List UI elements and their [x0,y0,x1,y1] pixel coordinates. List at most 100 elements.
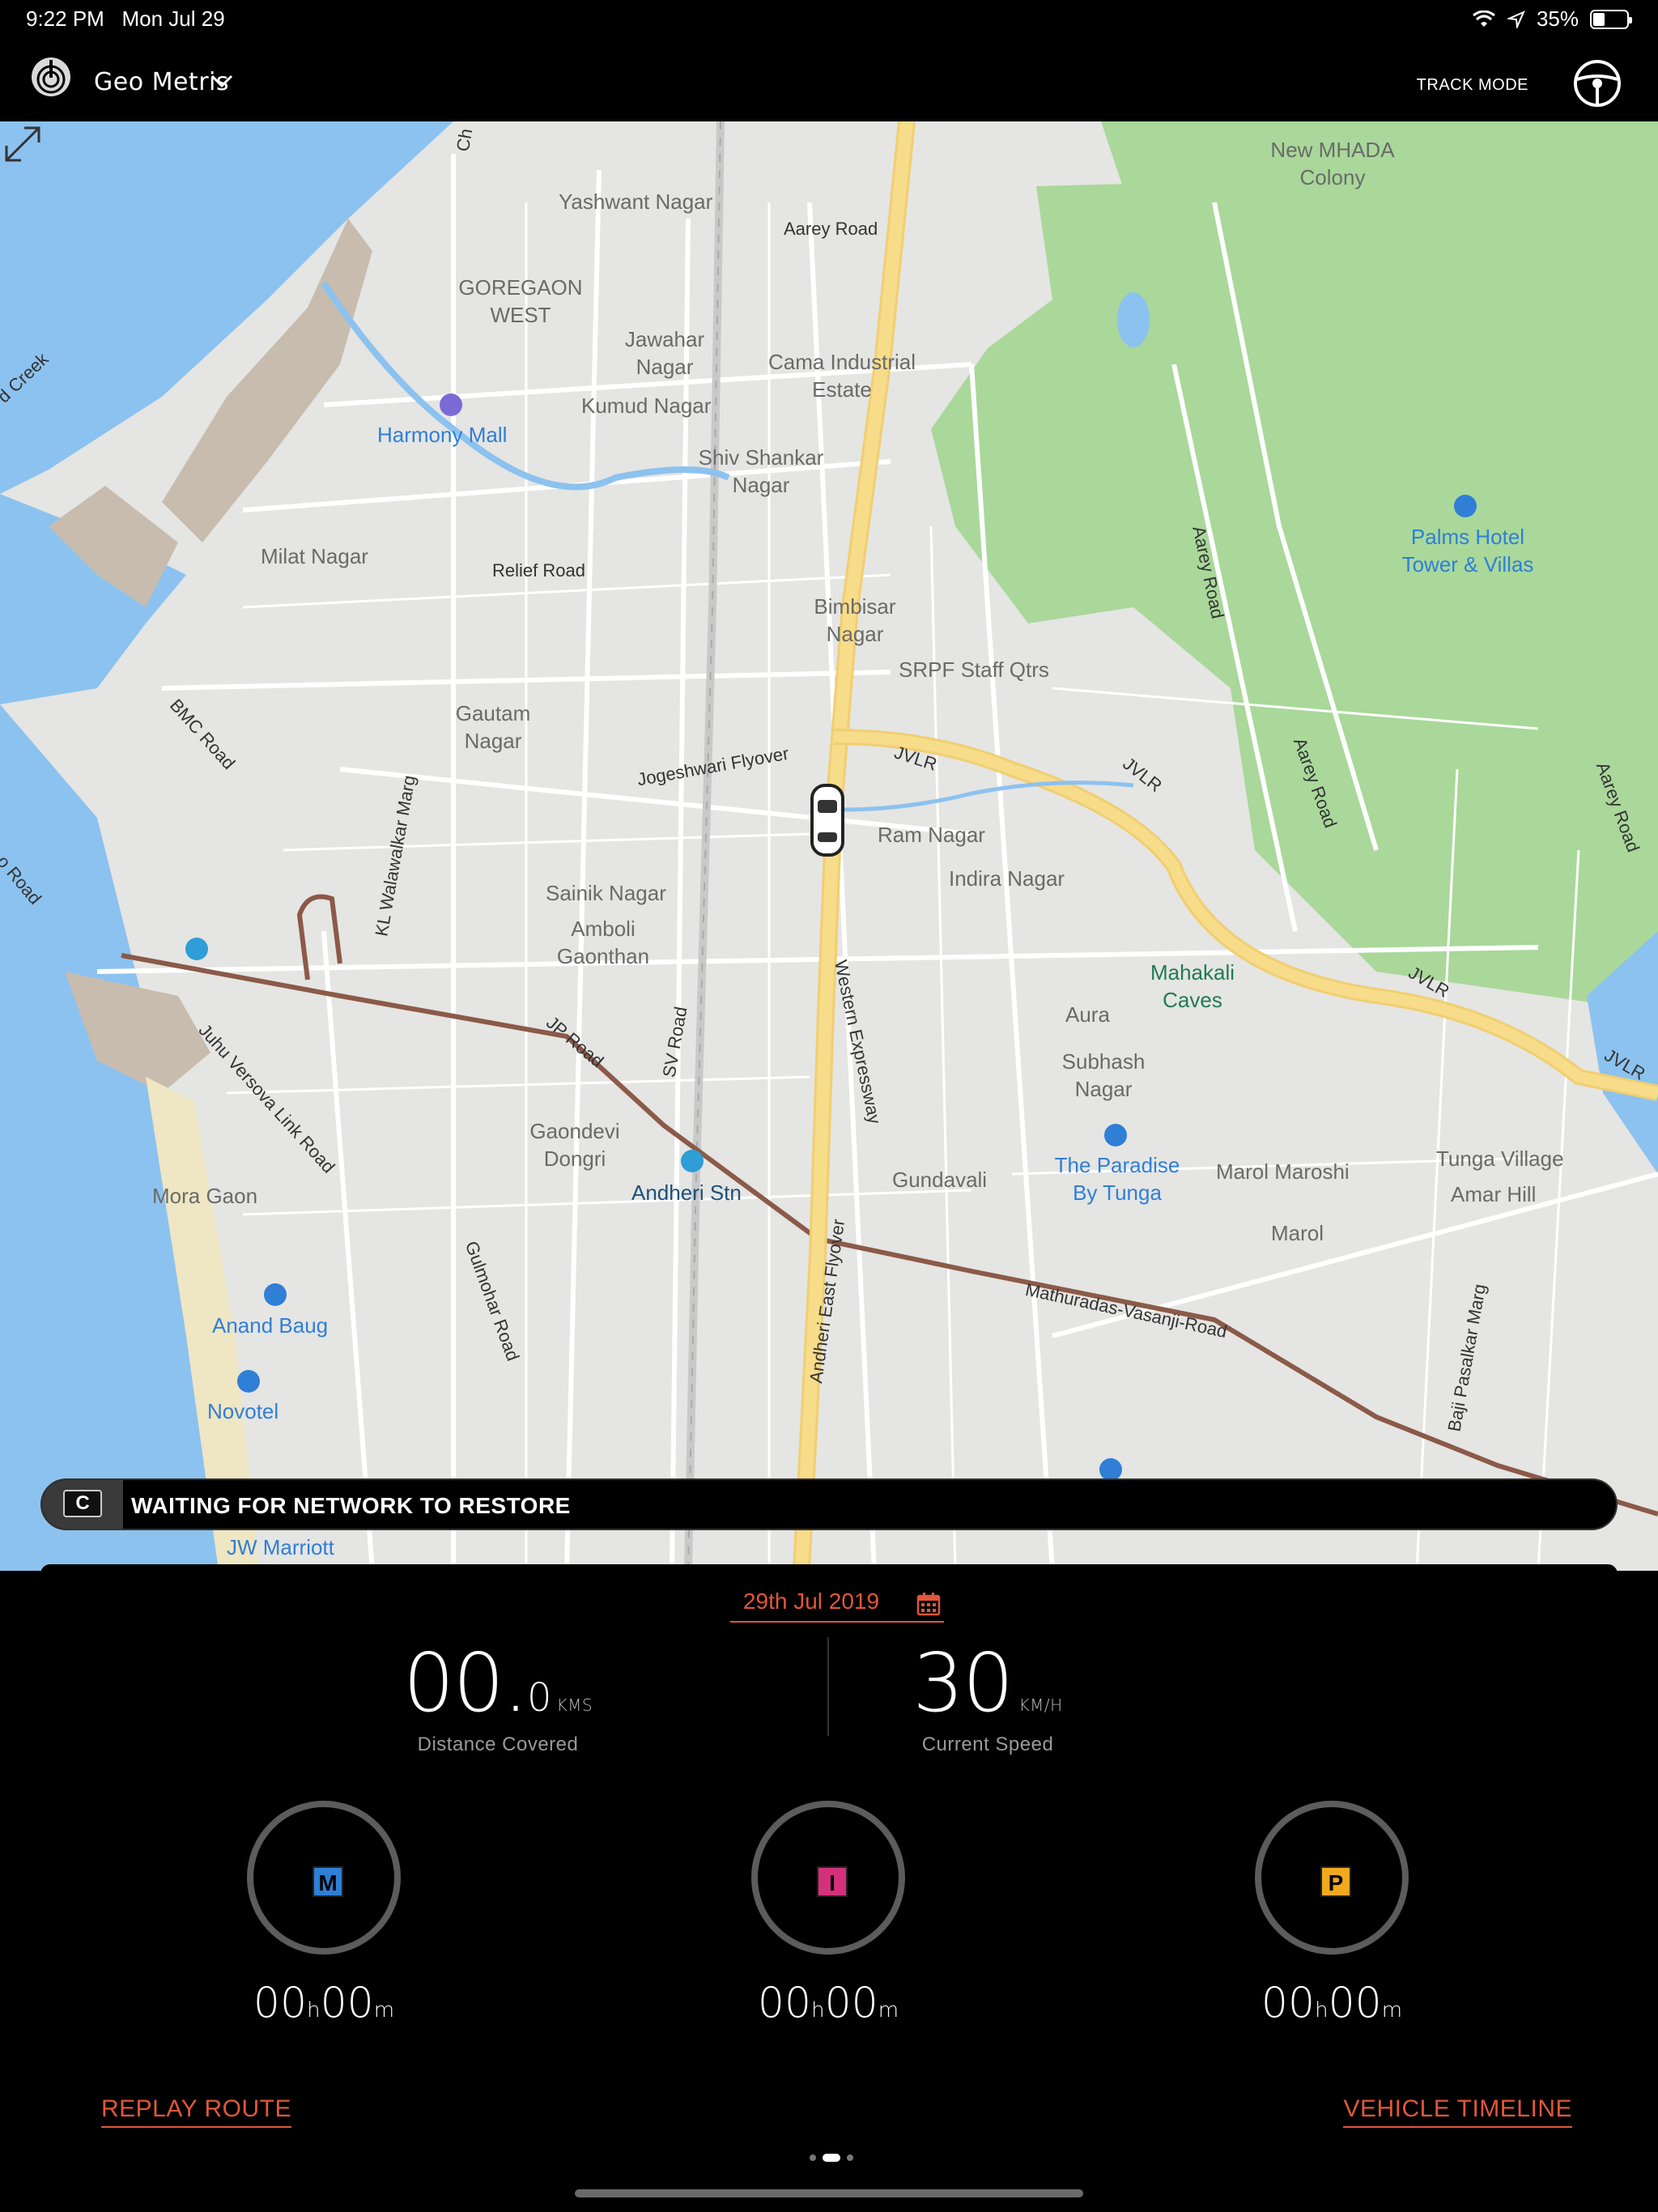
bottom-bar [0,2131,1658,2212]
poi-pin-anand-baug-icon[interactable] [264,1283,287,1306]
map-label: Milat Nagar [261,544,368,568]
mode-minutes-unit: m [878,1998,899,2023]
page-indicator[interactable] [810,2154,853,2162]
map-label: JW Marriott [227,1535,334,1559]
chevron-down-icon[interactable] [209,73,235,91]
battery-icon [1590,9,1632,29]
page-dot-active[interactable] [823,2154,840,2162]
map-view[interactable]: Yashwant Nagar Aarey Road New MHADA Colo… [0,121,1658,1571]
poi-pin-bottom-icon[interactable] [1099,1458,1122,1481]
mode-hours-unit: h [811,1998,825,2023]
battery-fill [1593,12,1605,26]
status-bar: 9:22 PM Mon Jul 29 35% [0,0,1658,39]
map-label: Kumud Nagar [581,393,712,418]
mode-ring[interactable]: I [751,1801,905,1955]
map-label: Cama Industrial Estate [767,350,916,402]
distance-value: 00.0 KMS [332,1636,664,1730]
network-status-banner: C WAITING FOR NETWORK TO RESTORE [40,1478,1618,1530]
mode-idle[interactable]: I 00h00m [751,1801,905,2027]
map-label: Indira Nagar [949,866,1065,891]
connection-badge: C [42,1480,123,1529]
map-label: Gundavali [892,1168,988,1192]
page-dot[interactable] [847,2155,853,2161]
connection-badge-letter: C [63,1490,102,1517]
stat-divider [827,1637,829,1736]
geo-metris-logo-icon [32,57,70,96]
mode-hours: 00 [1261,1979,1316,2027]
mode-hours: 00 [757,1979,812,2027]
speed-unit: KM/H [1018,1695,1063,1715]
battery-percent: 35% [1536,6,1579,31]
page-dot[interactable] [810,2155,816,2161]
map-label: Mora Gaon [152,1184,258,1208]
map-label: Aarey Road [784,219,878,239]
map-label: Gaondevi Dongri [529,1119,620,1171]
location-arrow-icon [1507,10,1525,28]
mode-duration: 00h00m [1255,1979,1409,2027]
status-time-date: 9:22 PM Mon Jul 29 [26,6,225,32]
mode-minutes-unit: m [373,1998,395,2023]
distance-stat: 00.0 KMS Distance Covered [332,1636,664,1756]
status-date: Mon Jul 29 [121,6,225,31]
map-label: Shiv Shankar Nagar [698,445,824,497]
mode-ring[interactable]: M [247,1801,401,1955]
steering-wheel-icon[interactable] [1572,58,1622,108]
mode-parked[interactable]: P 00h00m [1255,1801,1409,2027]
map-label: Palms Hotel Tower & Villas [1401,525,1534,576]
poi-pin-paradise-icon[interactable] [1104,1124,1127,1146]
poi-pin-metro-icon[interactable] [185,938,208,960]
map-label: Andheri Stn [631,1180,742,1205]
map-label: Marol [1271,1221,1324,1245]
speed-value: 30 KM/H [858,1636,1117,1730]
status-right: 35% [1472,6,1632,32]
map-label: Harmony Mall [377,423,508,447]
track-mode-label: TRACK MODE [1416,76,1528,94]
mode-hours-unit: h [1315,1998,1329,2023]
distance-int: 00. [402,1636,529,1730]
expand-icon[interactable] [0,121,45,167]
mode-duration: 00h00m [751,1979,905,2027]
poi-pin-andheri-stn-icon[interactable] [681,1150,704,1172]
poi-pin-harmony-mall-icon[interactable] [440,393,462,416]
speed-stat: 30 KM/H Current Speed [858,1636,1117,1756]
map-label: Aura [1065,1002,1110,1027]
speed-label: Current Speed [921,1733,1054,1755]
poi-pin-palms-hotel-icon[interactable] [1454,495,1477,517]
map-label: Ram Nagar [878,823,985,847]
mode-minutes: 00 [824,1979,878,2027]
date-picker[interactable]: 29th Jul 2019 [730,1584,944,1623]
mode-ring[interactable]: P [1255,1801,1409,1955]
mode-minutes: 00 [320,1979,374,2027]
map-label: Subhash Nagar [1061,1049,1146,1101]
map-label: Amboli Gaonthan [556,917,650,968]
poi-pin-novotel-icon[interactable] [237,1370,260,1393]
mode-minutes-unit: m [1381,1998,1403,2023]
map-label: Yashwant Nagar [559,189,713,214]
map-label: Ch [452,126,477,153]
map-label: Novotel [207,1399,279,1423]
mode-hours-unit: h [307,1998,321,2023]
mode-duration: 00h00m [247,1979,401,2027]
calendar-icon[interactable] [916,1592,941,1616]
map-label: Mahakali Caves [1150,960,1235,1012]
map-label: GOREGAON WEST [458,275,583,327]
vehicle-timeline-link[interactable]: VEHICLE TIMELINE [1343,2095,1572,2128]
map-label: New MHADA Colony [1270,138,1395,189]
parked-badge-icon: P [1320,1866,1351,1897]
map-label: SRPF Staff Qtrs [899,657,1049,682]
map-label: Bimbisar Nagar [814,594,896,646]
map-label: Amar Hill [1451,1182,1537,1206]
map-label: Tunga Village [1436,1146,1564,1171]
home-indicator[interactable] [575,2189,1083,2197]
vehicle-marker-icon[interactable] [810,784,844,857]
mode-moving[interactable]: M 00h00m [247,1801,401,2027]
replay-route-link[interactable]: REPLAY ROUTE [101,2095,291,2128]
map-label: Jawahar Nagar [624,327,705,379]
selected-date: 29th Jul 2019 [742,1589,880,1614]
map-label: Anand Baug [212,1313,329,1338]
map-label: Relief Road [492,560,585,581]
top-nav-bar: Geo Metris TRACK MODE [0,39,1658,121]
distance-decimal: 0 [526,1675,552,1721]
map-label: The Paradise By Tunga [1054,1153,1180,1205]
map-label: Sainik Nagar [546,881,666,905]
